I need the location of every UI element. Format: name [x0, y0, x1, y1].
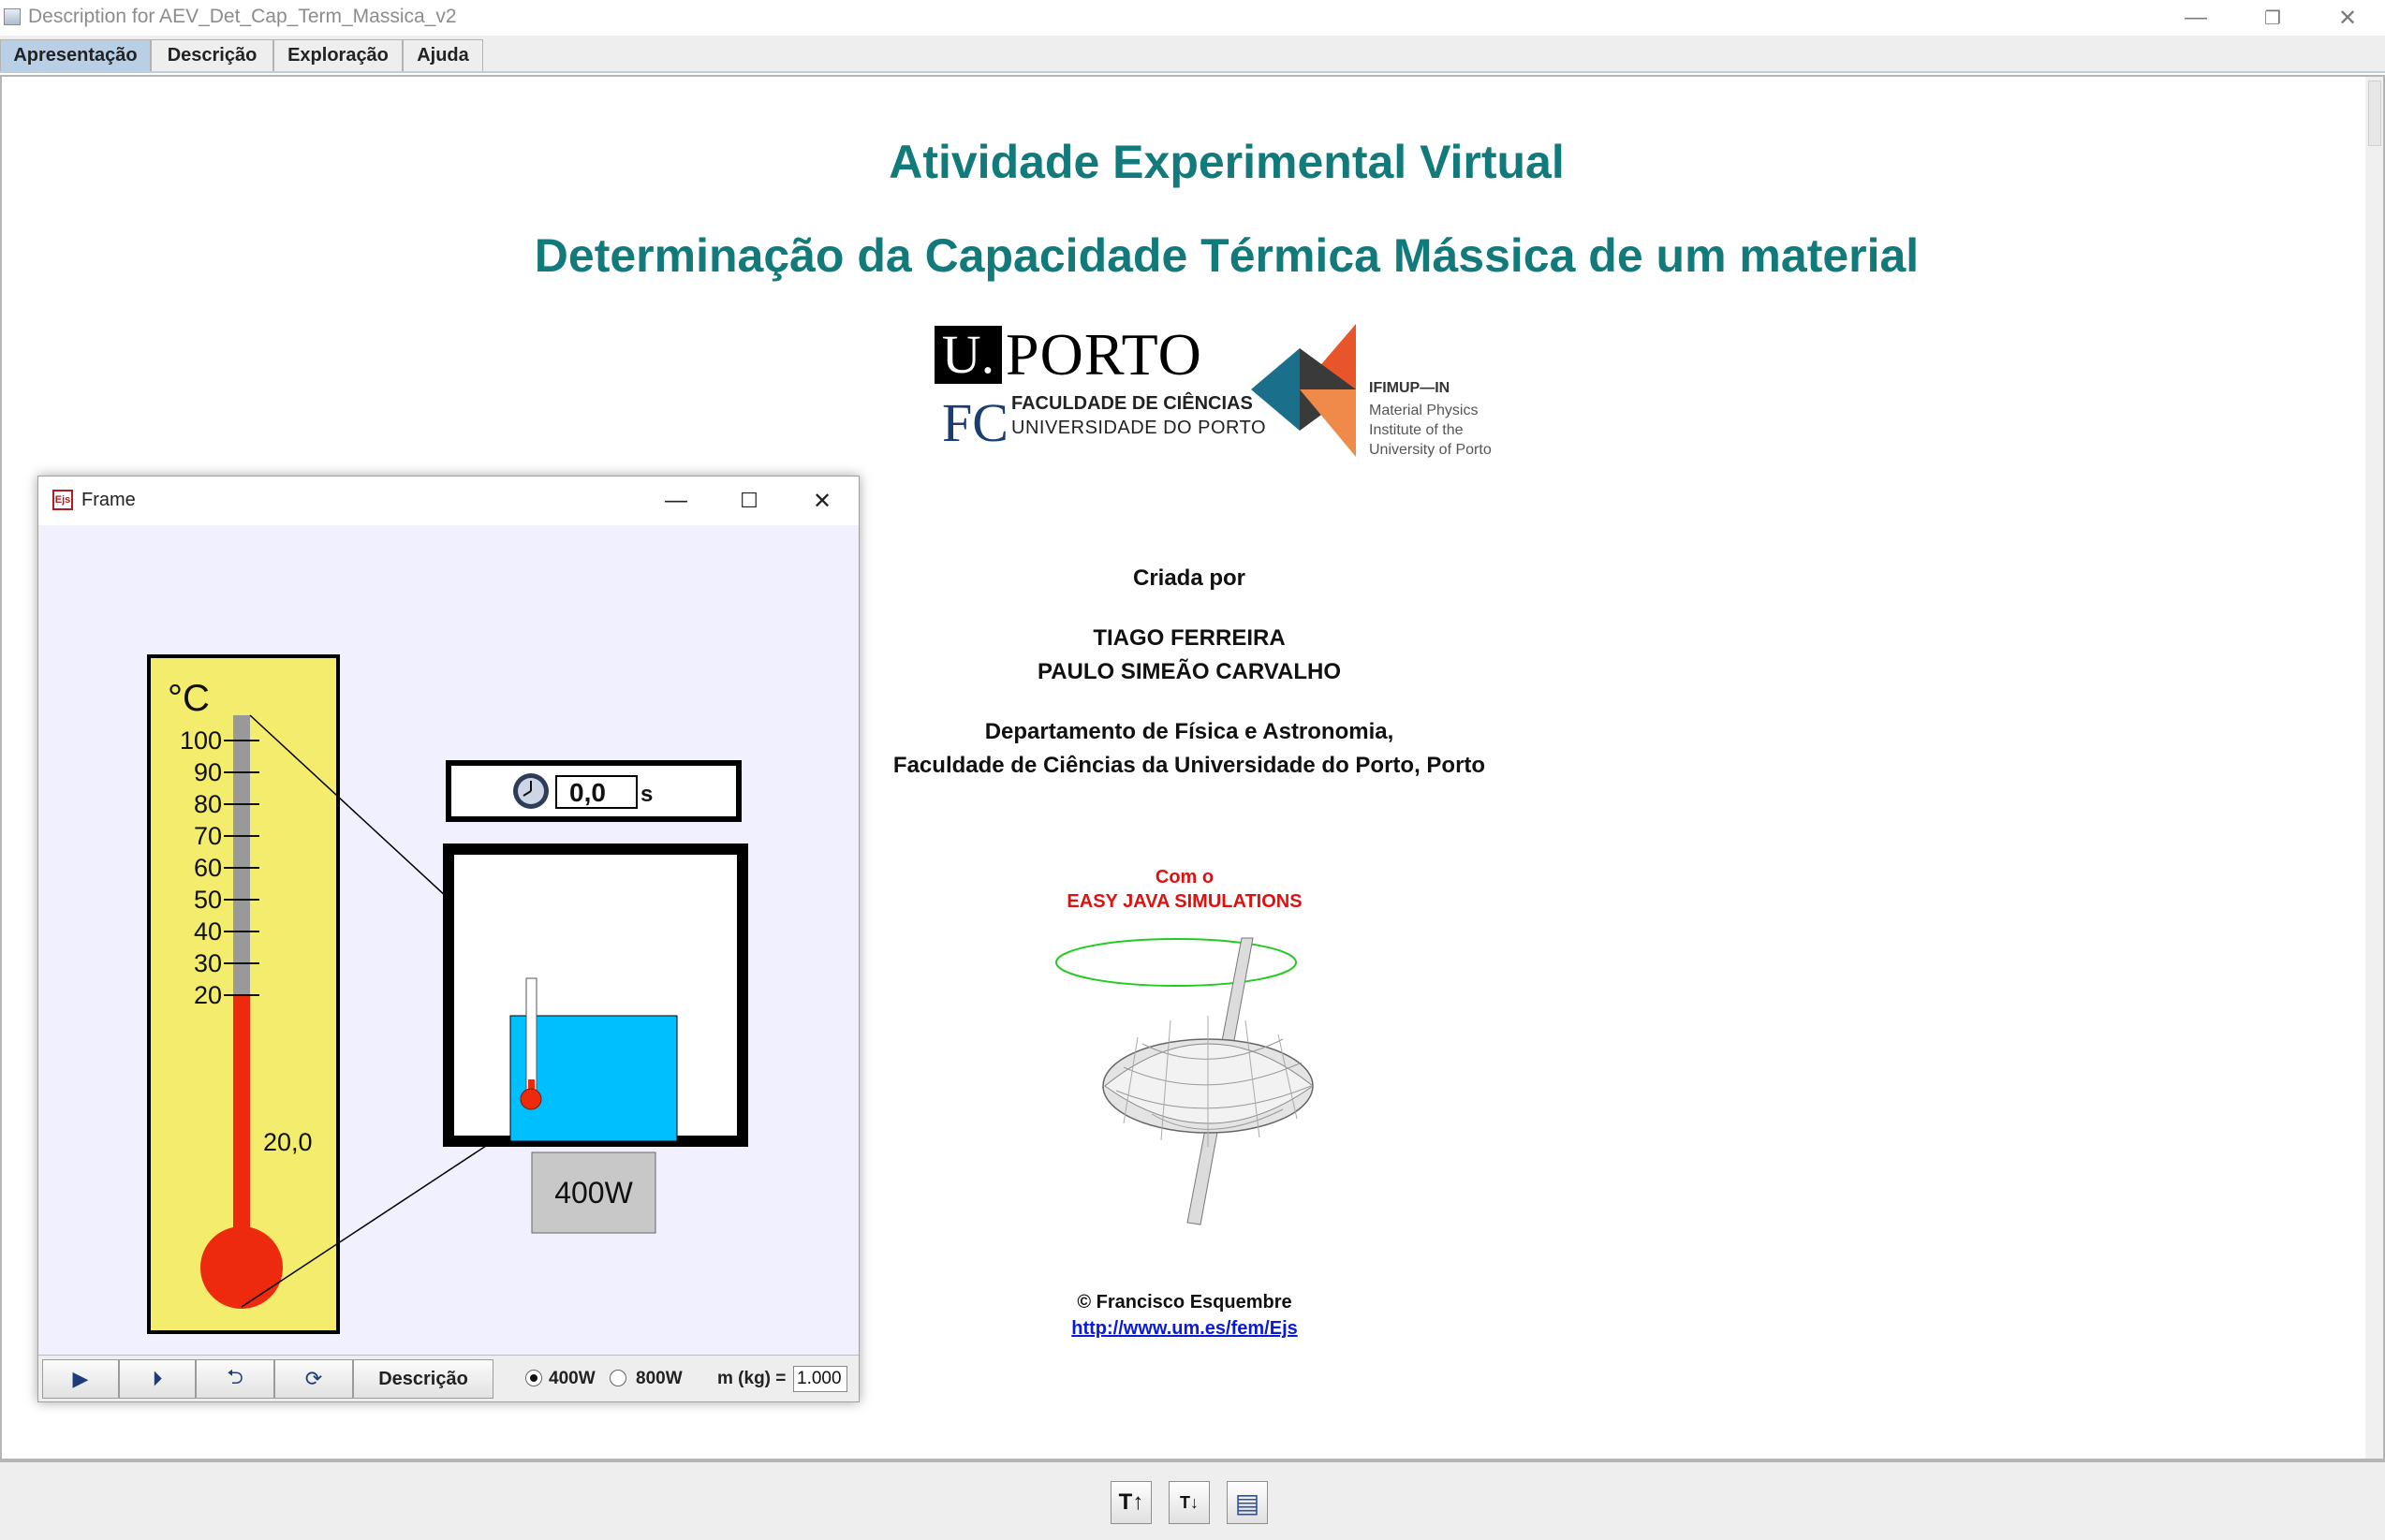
- power-800w-radio[interactable]: [610, 1370, 626, 1386]
- power-400w-label: 400W: [549, 1369, 596, 1388]
- ifimup-line-2: Institute of the: [1369, 422, 1464, 438]
- ejs-frame-icon: Ejs: [52, 490, 73, 510]
- page-subheading: Determinação da Capacidade Térmica Mássi…: [534, 229, 1920, 282]
- ifimup-line-1: Material Physics: [1369, 403, 1479, 418]
- tab-descricao[interactable]: Descrição: [151, 39, 273, 71]
- close-button[interactable]: ✕: [2315, 0, 2380, 36]
- uporto-logo-mark: U.: [935, 326, 1002, 384]
- tab-bar: Apresentação Descrição Exploração Ajuda: [0, 36, 2385, 73]
- window-title-bar: Description for AEV_Det_Cap_Term_Massica…: [0, 0, 2385, 36]
- thermometer-tick-label-20: 20: [194, 981, 222, 1009]
- ejs-with-label: Com o: [1155, 867, 1215, 887]
- mini-thermometer-bulb: [520, 1088, 542, 1110]
- ejs-link[interactable]: http://www.um.es/fem/Ejs: [993, 1318, 1377, 1340]
- faculdade-name: FACULDADE DE CIÊNCIAS: [1011, 393, 1253, 414]
- page-heading: Atividade Experimental Virtual: [889, 136, 1565, 188]
- mass-input[interactable]: [793, 1366, 847, 1392]
- frame-minimize-button[interactable]: —: [640, 477, 713, 525]
- thermometer-tick-label-100: 100: [180, 726, 222, 755]
- step-button[interactable]: ⏵: [119, 1359, 196, 1399]
- ejs-spinning-top-icon: [1055, 937, 1314, 1225]
- mini-thermometer-tube: [525, 977, 537, 1092]
- ifimup-logo-icon: [1251, 324, 1356, 457]
- universidade-name: UNIVERSIDADE DO PORTO: [1011, 418, 1267, 438]
- temperature-reading: 20,0: [263, 1128, 313, 1156]
- app-icon: [4, 8, 21, 25]
- thermometer-tick-label-90: 90: [194, 758, 222, 786]
- tab-ajuda[interactable]: Ajuda: [403, 39, 483, 71]
- thermometer-bulb: [200, 1226, 283, 1309]
- play-button[interactable]: ▶: [42, 1359, 119, 1399]
- ejs-author: © Francisco Esquembre: [1077, 1292, 1292, 1313]
- timer-value: 0,0: [569, 778, 606, 807]
- thermometer-tick-label-40: 40: [194, 917, 222, 946]
- font-increase-button[interactable]: T↑: [1111, 1481, 1152, 1524]
- heater-power-label: 400W: [554, 1176, 633, 1210]
- frame-close-button[interactable]: ✕: [786, 477, 859, 525]
- fc-logo-mark: FC: [942, 392, 1008, 453]
- frame-title: Frame: [81, 490, 136, 510]
- thermometer-tick-label-50: 50: [194, 886, 222, 914]
- simulation-canvas: °C 100 90 80 70 60 50 40 30 20 20,0 0,0 s 400W: [147, 654, 748, 1334]
- thermometer-tick-label-30: 30: [194, 949, 222, 977]
- simulation-frame-window: Ejs Frame — ☐ ✕ °C 100 90 80 70 60 50 40 30 20 2…: [37, 476, 860, 1402]
- frame-title-bar: Ejs Frame — ☐ ✕: [38, 477, 859, 525]
- ejs-name: EASY JAVA SIMULATIONS: [1067, 891, 1303, 912]
- restore-button[interactable]: ❐: [2240, 0, 2305, 36]
- minimize-button[interactable]: —: [2163, 0, 2229, 36]
- thermometer-tick-label-60: 60: [194, 854, 222, 882]
- reinitialize-button[interactable]: ⟳: [274, 1359, 353, 1399]
- ifimup-description: Material Physics Institute of the Univer…: [1369, 401, 1492, 460]
- simulation-control-bar: ▶ ⏵ ⮌ ⟳ Descrição 400W 800W m (kg) =: [38, 1355, 859, 1401]
- ifimup-line-3: University of Porto: [1369, 442, 1492, 458]
- frame-maximize-button[interactable]: ☐: [713, 477, 786, 525]
- tab-apresentacao[interactable]: Apresentação: [0, 39, 151, 71]
- description-button[interactable]: Descrição: [353, 1359, 493, 1399]
- mass-label: m (kg) =: [717, 1369, 787, 1388]
- ifimup-name: IFIMUP—IN: [1369, 380, 1450, 396]
- bottom-toolbar: T↑ T↓ ▤: [0, 1460, 2385, 1540]
- options-button[interactable]: ▤: [1227, 1481, 1268, 1524]
- power-400w-radio[interactable]: [525, 1370, 542, 1386]
- window-title: Description for AEV_Det_Cap_Term_Massica…: [28, 6, 457, 27]
- uporto-logo-text: PORTO: [1006, 321, 1202, 388]
- reset-time-button[interactable]: ⮌: [196, 1359, 274, 1399]
- temperature-unit-label: °C: [168, 678, 210, 719]
- timer-unit: s: [640, 782, 653, 807]
- power-800w-label: 800W: [636, 1369, 683, 1388]
- thermometer-tick-label-70: 70: [194, 822, 222, 850]
- thermometer-tick-label-80: 80: [194, 790, 222, 818]
- tab-exploracao[interactable]: Exploração: [273, 39, 403, 71]
- font-decrease-button[interactable]: T↓: [1169, 1481, 1210, 1524]
